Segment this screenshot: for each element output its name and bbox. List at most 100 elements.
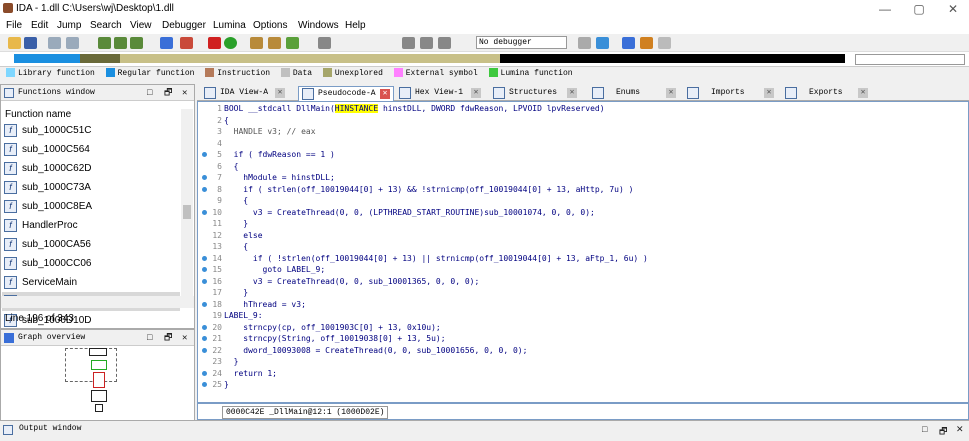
menu-search[interactable]: Search: [90, 20, 122, 31]
tab-close-icon[interactable]: ✕: [380, 89, 390, 99]
code-line[interactable]: 16 v3 = CreateThread(0, 0, sub_10001365,…: [198, 277, 958, 286]
tab-hex-view-1[interactable]: Hex View-1 ✕: [396, 86, 486, 101]
function-list-item[interactable]: f HandlerProc: [2, 216, 180, 235]
create-function-icon[interactable]: [98, 37, 111, 49]
code-line[interactable]: 8 if ( strlen(off_10019044[0] + 13) && !…: [198, 185, 958, 194]
code-line[interactable]: 23 }: [198, 357, 958, 366]
tab-close-icon[interactable]: ✕: [471, 88, 481, 98]
step-icon[interactable]: [640, 37, 653, 49]
segment-select[interactable]: [855, 54, 965, 65]
graph-menu-button[interactable]: □: [147, 330, 152, 346]
navigation-band[interactable]: [0, 52, 969, 67]
code-line[interactable]: 1 BOOL __stdcall DllMain(HINSTANCE hinstD…: [198, 104, 958, 113]
tab-exports[interactable]: Exports ✕: [782, 86, 872, 101]
pane-menu-button[interactable]: □: [147, 85, 152, 101]
code-line[interactable]: 24 return 1;: [198, 369, 958, 378]
code-line[interactable]: 19 LABEL_9:: [198, 311, 958, 320]
function-list-item[interactable]: f ServiceMain: [2, 273, 180, 292]
pause-icon[interactable]: [420, 37, 433, 49]
output-float-button[interactable]: 🗗: [939, 424, 947, 440]
menu-jump[interactable]: Jump: [57, 20, 81, 31]
pane-close-button[interactable]: ✕: [182, 85, 187, 101]
tab-pseudocode-a[interactable]: Pseudocode-A ✕: [298, 86, 394, 101]
menu-lumina[interactable]: Lumina: [213, 20, 246, 31]
tab-close-icon[interactable]: ✕: [275, 88, 285, 98]
output-close-button[interactable]: ✕: [956, 424, 964, 435]
tab-close-icon[interactable]: ✕: [764, 88, 774, 98]
code-line[interactable]: 15 goto LABEL_9;: [198, 265, 958, 274]
functions-scrollbar[interactable]: [181, 109, 193, 305]
debugger-select[interactable]: No debugger: [476, 36, 567, 49]
menu-file[interactable]: File: [6, 20, 22, 31]
menu-windows[interactable]: Windows: [298, 20, 339, 31]
open-icon[interactable]: [8, 37, 21, 49]
menu-options[interactable]: Options: [253, 20, 287, 31]
function-list-item[interactable]: f sub_1000CC06: [2, 254, 180, 273]
tab-close-icon[interactable]: ✕: [666, 88, 676, 98]
graph-float-button[interactable]: 🗗: [164, 330, 172, 346]
debugger-options-icon[interactable]: [578, 37, 591, 49]
code-line[interactable]: 5 if ( fdwReason == 1 ): [198, 150, 958, 159]
code-line[interactable]: 17 }: [198, 288, 958, 297]
code-line[interactable]: 14 if ( !strlen(off_10019044[0] + 13) ||…: [198, 254, 958, 263]
code-line[interactable]: 11 }: [198, 219, 958, 228]
breakpoint-icon[interactable]: [224, 37, 237, 49]
maximize-button[interactable]: ▢: [904, 1, 934, 17]
tab-enums[interactable]: Enums ✕: [589, 86, 679, 101]
code-line[interactable]: 9 {: [198, 196, 958, 205]
pseudocode-view[interactable]: 1 BOOL __stdcall DllMain(HINSTANCE hinstD…: [197, 101, 969, 403]
code-line[interactable]: 25}: [198, 380, 958, 389]
minimize-button[interactable]: —: [870, 1, 900, 17]
code-line[interactable]: 22 dword_10093008 = CreateThread(0, 0, s…: [198, 346, 958, 355]
function-list-item[interactable]: f sub_1000C62D: [2, 159, 180, 178]
edit-function-icon[interactable]: [114, 37, 127, 49]
function-list-item[interactable]: f sub_1000CA56: [2, 235, 180, 254]
menu-view[interactable]: View: [130, 20, 152, 31]
menu-debugger[interactable]: Debugger: [162, 20, 206, 31]
function-name-column-header[interactable]: Function name: [5, 109, 71, 120]
menu-help[interactable]: Help: [345, 20, 366, 31]
list-icon[interactable]: [622, 37, 635, 49]
add-icon[interactable]: [286, 37, 299, 49]
code-line[interactable]: 13 {: [198, 242, 958, 251]
menu-edit[interactable]: Edit: [31, 20, 48, 31]
code-line[interactable]: 18 hThread = v3;: [198, 300, 958, 309]
function-list-item[interactable]: f sub_1000C564: [2, 140, 180, 159]
run-icon[interactable]: [402, 37, 415, 49]
graph-icon[interactable]: [208, 37, 221, 49]
tab-close-icon[interactable]: ✕: [858, 88, 868, 98]
stop-icon[interactable]: [438, 37, 451, 49]
code-line[interactable]: 3 HANDLE v3; // eax: [198, 127, 958, 136]
function-list-item[interactable]: f sub_1000C51C: [2, 121, 180, 140]
function-list-item[interactable]: f sub_1000C8EA: [2, 197, 180, 216]
local-types-icon[interactable]: [130, 37, 143, 49]
output-menu-button[interactable]: □: [922, 424, 927, 434]
code-line[interactable]: 12 else: [198, 231, 958, 240]
save-icon[interactable]: [24, 37, 37, 49]
graph-close-button[interactable]: ✕: [182, 330, 187, 346]
function-list-item[interactable]: f sub_1000C73A: [2, 178, 180, 197]
back-icon[interactable]: [48, 37, 61, 49]
code-line[interactable]: 21 strncpy(String, off_10019038[0] + 13,…: [198, 334, 958, 343]
tab-close-icon[interactable]: ✕: [567, 88, 577, 98]
tab-structures[interactable]: Structures ✕: [490, 86, 580, 101]
xref-icon[interactable]: [268, 37, 281, 49]
pane-float-button[interactable]: 🗗: [164, 85, 172, 101]
trace-icon[interactable]: [658, 37, 671, 49]
arrow-down-icon[interactable]: [160, 37, 173, 49]
functions-hscrollbar[interactable]: [1, 296, 194, 308]
code-line[interactable]: 10 v3 = CreateThread(0, 0, (LPTHREAD_STA…: [198, 208, 958, 217]
code-line[interactable]: 7 hModule = hinstDLL;: [198, 173, 958, 182]
code-line[interactable]: 4: [198, 139, 958, 148]
tab-ida-view-a[interactable]: IDA View-A ✕: [201, 86, 293, 101]
string-icon[interactable]: [250, 37, 263, 49]
code-line[interactable]: 2{: [198, 116, 958, 125]
patch-icon[interactable]: [180, 37, 193, 49]
code-line[interactable]: 20 strncpy(cp, off_1001903C[0] + 13, 0x1…: [198, 323, 958, 332]
close-button[interactable]: ✕: [938, 1, 968, 17]
tab-imports[interactable]: Imports ✕: [684, 86, 778, 101]
forward-icon[interactable]: [66, 37, 79, 49]
delete-icon[interactable]: [318, 37, 331, 49]
code-line[interactable]: 6 {: [198, 162, 958, 171]
attach-icon[interactable]: [596, 37, 609, 49]
